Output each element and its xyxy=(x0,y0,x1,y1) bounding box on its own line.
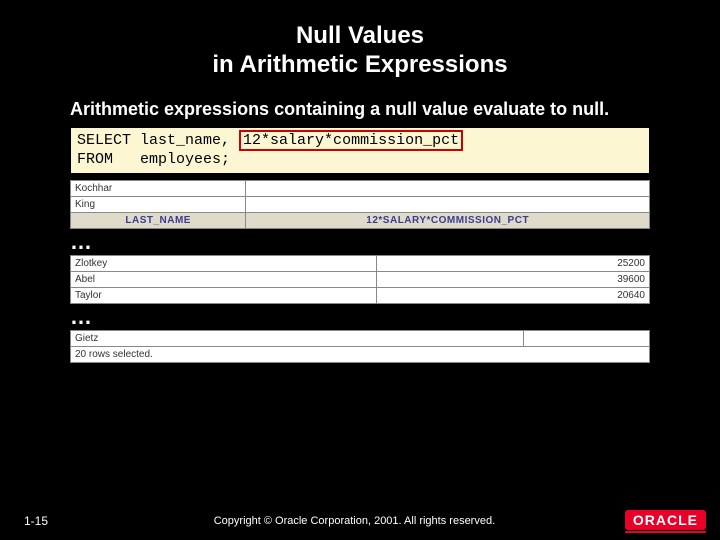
cell-name: King xyxy=(71,197,246,213)
result-bottom-block: Gietz xyxy=(70,330,650,347)
result-row: Gietz xyxy=(71,331,650,347)
cell-val xyxy=(246,197,650,213)
cell-name: Gietz xyxy=(71,331,524,347)
cell-val xyxy=(246,181,650,197)
result-row: King xyxy=(71,197,650,213)
cell-name: Taylor xyxy=(71,288,377,304)
slide-title: Null Values in Arithmetic Expressions xyxy=(0,0,720,98)
oracle-logo-text: ORACLE xyxy=(625,510,706,530)
col-header-name: LAST_NAME xyxy=(71,213,246,229)
result-row: Abel39600 xyxy=(71,272,650,288)
cell-val: 25200 xyxy=(376,256,649,272)
sql-from-kw: FROM xyxy=(77,151,113,168)
slide-subtitle: Arithmetic expressions containing a null… xyxy=(70,98,650,121)
oracle-logo: ORACLE xyxy=(625,510,706,533)
result-row: Taylor20640 xyxy=(71,288,650,304)
title-line-1: Null Values xyxy=(0,22,720,51)
slide-number: 1-15 xyxy=(24,514,84,528)
cell-val: 39600 xyxy=(376,272,649,288)
sql-table: employees; xyxy=(113,151,230,168)
slide-footer: 1-15 Copyright © Oracle Corporation, 200… xyxy=(0,502,720,540)
oracle-logo-underline xyxy=(625,531,706,533)
result-rowcount: 20 rows selected. xyxy=(70,347,650,363)
cell-name: Abel xyxy=(71,272,377,288)
sql-select-kw: SELECT xyxy=(77,132,131,149)
cell-val: 20640 xyxy=(376,288,649,304)
result-header-row: LAST_NAME12*SALARY*COMMISSION_PCT xyxy=(71,213,650,229)
result-row: Kochhar xyxy=(71,181,650,197)
result-top-block: Kochhar King LAST_NAME12*SALARY*COMMISSI… xyxy=(70,180,650,229)
cell-name: Zlotkey xyxy=(71,256,377,272)
ellipsis-1: … xyxy=(70,229,720,255)
title-line-2: in Arithmetic Expressions xyxy=(0,51,720,80)
result-row: Zlotkey25200 xyxy=(71,256,650,272)
sql-highlighted-expr: 12*salary*commission_pct xyxy=(239,130,463,151)
cell-val xyxy=(523,331,649,347)
result-mid-block: Zlotkey25200 Abel39600 Taylor20640 xyxy=(70,255,650,304)
copyright-text: Copyright © Oracle Corporation, 2001. Al… xyxy=(84,515,625,527)
col-header-val: 12*SALARY*COMMISSION_PCT xyxy=(246,213,650,229)
sql-code-box: SELECT last_name, 12*salary*commission_p… xyxy=(70,127,650,175)
cell-name: Kochhar xyxy=(71,181,246,197)
sql-cols-before: last_name, xyxy=(131,132,239,149)
ellipsis-2: … xyxy=(70,304,720,330)
